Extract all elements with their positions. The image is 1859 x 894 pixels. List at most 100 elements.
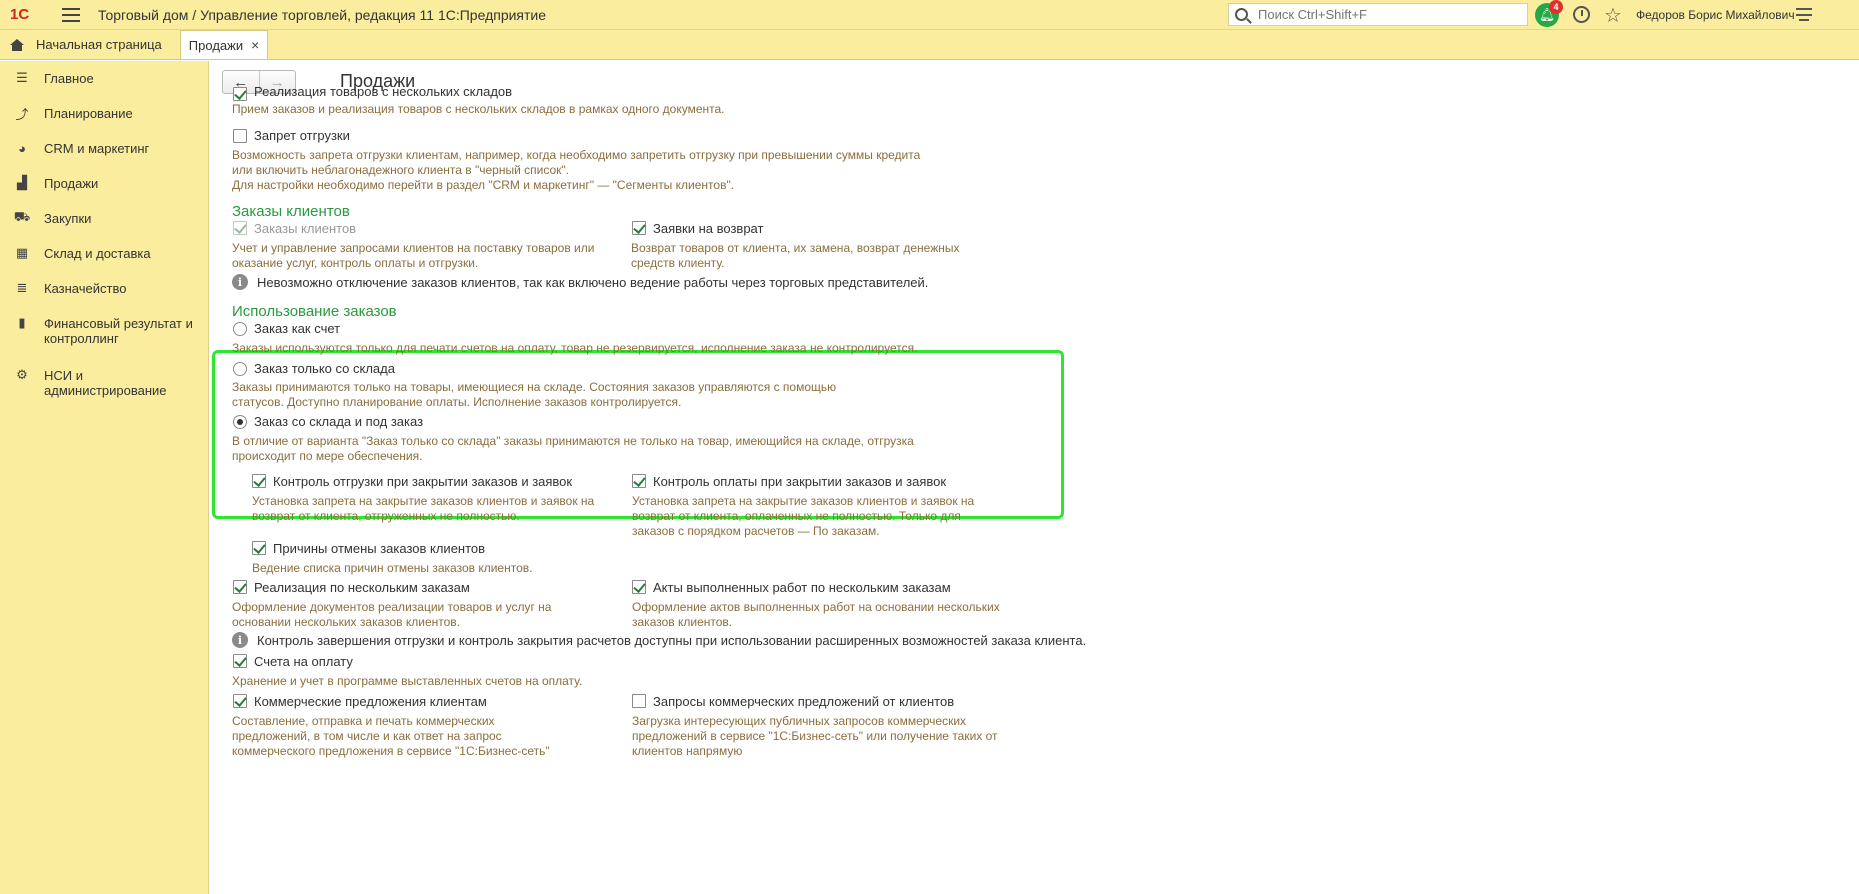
gear-icon: ⚙	[16, 367, 28, 382]
client-orders-desc-2: оказание услуг, контроль оплаты и отгруз…	[232, 256, 479, 270]
sidebar-item-admin[interactable]: ⚙ НСИ и администрирование	[0, 358, 208, 410]
pie-icon: ◕	[18, 140, 26, 156]
sidebar-item-label: CRM и маркетинг	[44, 141, 150, 156]
shipment-ban-label: Запрет отгрузки	[254, 128, 350, 143]
multi-warehouse-desc: Прием заказов и реализация товаров с нес…	[232, 102, 725, 116]
close-tab-icon[interactable]: ×	[251, 37, 259, 53]
shipment-ban-desc-3: Для настройки необходимо перейти в разде…	[232, 178, 735, 192]
info-message-control: Контроль завершения отгрузки и контроль …	[257, 633, 1087, 648]
client-orders-checkbox[interactable]	[233, 221, 247, 235]
payment-control-desc-1: Установка запрета на закрытие заказов кл…	[632, 494, 975, 508]
client-orders-desc-1: Учет и управление запросами клиентов на …	[232, 241, 595, 255]
main-content: ← → Продажи Реализация товаров с несколь…	[210, 61, 1859, 894]
return-requests-desc-1: Возврат товаров от клиента, их замена, в…	[631, 241, 960, 255]
sidebar-item-purchases[interactable]: ⛟ Закупки	[0, 201, 208, 236]
order-as-invoice-label: Заказ как счет	[254, 321, 341, 336]
acts-multi-orders-checkbox[interactable]	[632, 580, 646, 594]
offer-requests-desc-2: предложений в сервисе "1С:Бизнес-сеть" и…	[632, 729, 998, 743]
tab-home-label: Начальная страница	[36, 37, 162, 52]
order-as-invoice-radio[interactable]	[233, 322, 247, 336]
sidebar: ☰ Главное ⤴ Планирование ◕ CRM и маркети…	[0, 61, 209, 894]
grid-icon: ▦	[15, 245, 29, 260]
current-user-name[interactable]: Федоров Борис Михайлович	[1636, 8, 1795, 22]
sidebar-item-main[interactable]: ☰ Главное	[0, 61, 208, 96]
shipment-control-checkbox[interactable]	[252, 474, 266, 488]
search-input[interactable]	[1256, 6, 1506, 23]
commercial-offers-label: Коммерческие предложения клиентам	[254, 694, 487, 709]
acts-multi-orders-desc-1: Оформление актов выполненных работ на ос…	[632, 600, 1000, 614]
info-icon: i	[232, 632, 248, 648]
offer-requests-label: Запросы коммерческих предложений от клие…	[653, 694, 955, 709]
cart-icon: ⛟	[13, 209, 31, 224]
chart-icon: ⤴	[15, 106, 29, 122]
offer-requests-desc-3: клиентов напрямую	[632, 744, 743, 758]
invoices-desc: Хранение и учет в программе выставленных…	[232, 674, 583, 688]
multi-warehouse-checkbox[interactable]	[233, 87, 247, 101]
return-requests-label: Заявки на возврат	[653, 221, 764, 236]
client-orders-section-title: Заказы клиентов	[232, 203, 350, 220]
sidebar-item-warehouse[interactable]: ▦ Склад и доставка	[0, 236, 208, 271]
sidebar-item-label: НСИ и администрирование	[44, 368, 167, 398]
client-orders-label: Заказы клиентов	[254, 221, 357, 236]
return-requests-desc-2: средств клиенту.	[631, 256, 725, 270]
payment-control-desc-3: заказов с порядком расчетов — По заказам…	[632, 524, 880, 538]
shipment-control-label: Контроль отгрузки при закрытии заказов и…	[273, 474, 573, 489]
cancel-reasons-checkbox[interactable]	[252, 541, 266, 555]
search-box[interactable]	[1228, 3, 1528, 26]
invoices-checkbox[interactable]	[233, 654, 247, 668]
tab-sales-label: Продажи	[188, 37, 244, 53]
shipment-control-desc-1: Установка запрета на закрытие заказов кл…	[252, 494, 595, 508]
app-title: Торговый дом / Управление торговлей, ред…	[98, 6, 547, 23]
payment-control-checkbox[interactable]	[632, 474, 646, 488]
return-requests-checkbox[interactable]	[632, 221, 646, 235]
tab-bar: Начальная страница Продажи ×	[0, 30, 1859, 60]
sales-multi-orders-checkbox[interactable]	[233, 580, 247, 594]
invoices-label: Счета на оплату	[254, 654, 353, 669]
shipment-control-desc-2: возврат от клиента, отгруженных не полно…	[252, 509, 520, 523]
sidebar-item-planning[interactable]: ⤴ Планирование	[0, 96, 208, 131]
orders-usage-section-title: Использование заказов	[232, 303, 397, 320]
order-stock-and-custom-desc-1: В отличие от варианта "Заказ только со с…	[232, 434, 914, 448]
sidebar-item-sales[interactable]: ▟ Продажи	[0, 166, 208, 201]
bar-chart-icon: ▮	[18, 315, 26, 330]
sidebar-item-label: Финансовый результат и контроллинг	[44, 316, 193, 346]
shipment-ban-checkbox[interactable]	[233, 129, 247, 143]
commercial-offers-desc-1: Составление, отправка и печать коммерчес…	[232, 714, 495, 728]
bag-icon: ▟	[17, 175, 27, 190]
acts-multi-orders-label: Акты выполненных работ по нескольким зак…	[653, 580, 951, 595]
sidebar-item-finance[interactable]: ▮ Финансовый результат и контроллинг	[0, 306, 208, 358]
commercial-offers-checkbox[interactable]	[233, 694, 247, 708]
search-icon	[1235, 8, 1248, 21]
order-from-stock-label: Заказ только со склада	[254, 361, 395, 376]
settings-menu-icon[interactable]	[1796, 8, 1812, 21]
payment-control-label: Контроль оплаты при закрытии заказов и з…	[653, 474, 947, 489]
sidebar-item-label: Склад и доставка	[44, 246, 151, 261]
sidebar-item-label: Главное	[44, 71, 94, 86]
payment-control-desc-2: возврат от клиента, оплаченных не полнос…	[632, 509, 961, 523]
sidebar-item-label: Казначейство	[44, 281, 127, 296]
multi-warehouse-label: Реализация товаров с нескольких складов	[254, 84, 513, 99]
favorites-star-icon[interactable]: ☆	[1604, 3, 1622, 28]
coins-icon: ≣	[16, 280, 28, 295]
tab-sales[interactable]: Продажи ×	[179, 30, 269, 59]
order-from-stock-desc-1: Заказы принимаются только на товары, име…	[232, 380, 837, 394]
home-icon	[10, 38, 24, 51]
sales-multi-orders-label: Реализация по нескольким заказам	[254, 580, 470, 595]
title-bar: 1С Торговый дом / Управление торговлей, …	[0, 0, 1859, 30]
commercial-offers-desc-2: предложений, в том числе и как ответ на …	[232, 729, 502, 743]
sidebar-item-label: Закупки	[44, 211, 92, 226]
order-stock-and-custom-radio[interactable]	[233, 415, 247, 429]
history-icon[interactable]	[1573, 6, 1590, 23]
main-menu-icon[interactable]	[62, 7, 80, 22]
cancel-reasons-desc: Ведение списка причин отмены заказов кли…	[252, 561, 533, 575]
sidebar-item-label: Планирование	[44, 106, 133, 121]
sidebar-item-crm[interactable]: ◕ CRM и маркетинг	[0, 131, 208, 166]
shipment-ban-desc-2: или включить неблагонадежного клиента в …	[232, 163, 570, 177]
tab-home[interactable]: Начальная страница	[0, 30, 176, 59]
sidebar-item-treasury[interactable]: ≣ Казначейство	[0, 271, 208, 306]
order-stock-and-custom-desc-2: происходит по мере обеспечения.	[232, 449, 423, 463]
sales-multi-orders-desc-1: Оформление документов реализации товаров…	[232, 600, 552, 614]
acts-multi-orders-desc-2: заказов клиентов.	[632, 615, 733, 629]
offer-requests-checkbox[interactable]	[632, 694, 646, 708]
order-from-stock-radio[interactable]	[233, 362, 247, 376]
